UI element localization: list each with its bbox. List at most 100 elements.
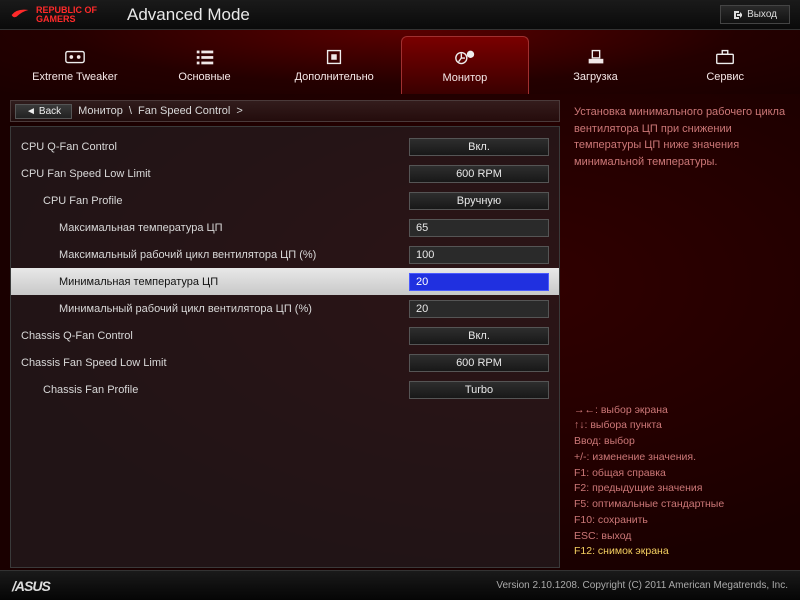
back-label: Back: [39, 106, 61, 117]
tab-monitor[interactable]: Монитор: [401, 36, 529, 94]
mode-title: Advanced Mode: [127, 5, 250, 25]
key-hint-desc: изменение значения.: [589, 451, 696, 463]
brand-line2: GAMERS: [36, 15, 97, 24]
key-hint-desc: выбор: [601, 435, 635, 447]
back-button[interactable]: ◄ Back: [15, 104, 72, 119]
setting-select[interactable]: Turbo: [409, 381, 549, 399]
setting-row[interactable]: Максимальный рабочий цикл вентилятора ЦП…: [11, 241, 559, 268]
key-hint-line: →←: выбор экрана: [574, 403, 786, 419]
setting-input[interactable]: 65: [409, 219, 549, 237]
key-hint-desc: выход: [599, 530, 632, 542]
setting-label: CPU Fan Speed Low Limit: [21, 168, 409, 180]
exit-label: Выход: [747, 9, 777, 20]
setting-label: CPU Q-Fan Control: [21, 141, 409, 153]
key-hint-desc: снимок экрана: [595, 545, 669, 557]
tab-label: Сервис: [706, 71, 744, 83]
chevron-right-icon: >: [236, 105, 242, 117]
breadcrumb-current: Fan Speed Control: [138, 105, 230, 117]
setting-row[interactable]: Минимальный рабочий цикл вентилятора ЦП …: [11, 295, 559, 322]
footer-brand: /ASUS: [12, 578, 50, 594]
key-hint-key: ESC:: [574, 530, 599, 542]
key-hint-desc: выбор экрана: [598, 404, 668, 416]
breadcrumb-sep: \: [129, 105, 132, 117]
main-column: ◄ Back Монитор \ Fan Speed Control > CPU …: [0, 94, 560, 570]
fan-gauge-icon: [454, 48, 476, 68]
tab-label: Загрузка: [573, 71, 617, 83]
setting-label: Chassis Fan Speed Low Limit: [21, 357, 409, 369]
setting-label: Chassis Fan Profile: [21, 384, 409, 396]
setting-input[interactable]: 100: [409, 246, 549, 264]
setting-label: Максимальная температура ЦП: [21, 222, 409, 234]
setting-select[interactable]: Вручную: [409, 192, 549, 210]
tab-label: Монитор: [442, 72, 487, 84]
key-hint-line: F12: снимок экрана: [574, 544, 786, 560]
exit-button[interactable]: Выход: [720, 5, 790, 24]
brand-logo: REPUBLIC OF GAMERS: [10, 5, 97, 25]
setting-label: Минимальная температура ЦП: [21, 276, 409, 288]
tab-label: Основные: [178, 71, 230, 83]
key-hint-key: ↑↓:: [574, 419, 587, 431]
content-area: ◄ Back Монитор \ Fan Speed Control > CPU …: [0, 94, 800, 570]
key-hint-key: F10:: [574, 514, 595, 526]
key-hint-line: Ввод: выбор: [574, 434, 786, 450]
chip-icon: [323, 47, 345, 67]
key-hint-line: ESC: выход: [574, 529, 786, 545]
setting-input[interactable]: 20: [409, 273, 549, 291]
key-hint-key: →←:: [574, 404, 598, 416]
rog-eye-icon: [10, 5, 30, 25]
help-text: Установка минимального рабочего цикла ве…: [574, 104, 786, 170]
key-hint-line: F2: предыдущие значения: [574, 481, 786, 497]
key-hint-line: ↑↓: выбора пункта: [574, 418, 786, 434]
setting-row[interactable]: Chassis Fan Speed Low Limit600 RPM: [11, 349, 559, 376]
tab-boot[interactable]: Загрузка: [533, 36, 659, 94]
key-hints: →←: выбор экрана↑↓: выбора пунктаВвод: в…: [574, 403, 786, 561]
setting-select[interactable]: Вкл.: [409, 327, 549, 345]
top-bar: REPUBLIC OF GAMERS Advanced Mode Выход: [0, 0, 800, 30]
setting-input[interactable]: 20: [409, 300, 549, 318]
breadcrumb: ◄ Back Монитор \ Fan Speed Control >: [10, 100, 560, 122]
list-icon: [194, 47, 216, 67]
chevron-left-icon: ◄: [26, 106, 36, 117]
setting-row[interactable]: Chassis Fan ProfileTurbo: [11, 376, 559, 403]
footer-version: Version 2.10.1208. Copyright (C) 2011 Am…: [496, 580, 788, 591]
setting-row[interactable]: CPU Q-Fan ControlВкл.: [11, 133, 559, 160]
key-hint-desc: предыдущие значения: [589, 482, 702, 494]
exit-icon: [733, 10, 743, 20]
setting-label: Максимальный рабочий цикл вентилятора ЦП…: [21, 249, 409, 261]
key-hint-line: F10: сохранить: [574, 513, 786, 529]
key-hint-line: F5: оптимальные стандартные: [574, 497, 786, 513]
tab-tools[interactable]: Сервис: [662, 36, 788, 94]
setting-row[interactable]: Chassis Q-Fan ControlВкл.: [11, 322, 559, 349]
side-column: Установка минимального рабочего цикла ве…: [560, 94, 800, 570]
key-hint-desc: выбора пункта: [587, 419, 661, 431]
footer-bar: /ASUS Version 2.10.1208. Copyright (C) 2…: [0, 570, 800, 600]
tab-main[interactable]: Основные: [142, 36, 268, 94]
toolbox-icon: [714, 47, 736, 67]
setting-label: Минимальный рабочий цикл вентилятора ЦП …: [21, 303, 409, 315]
key-hint-key: F2:: [574, 482, 589, 494]
setting-label: Chassis Q-Fan Control: [21, 330, 409, 342]
key-hint-key: F12:: [574, 545, 595, 557]
key-hint-key: F5:: [574, 498, 589, 510]
tab-bar: Extreme Tweaker Основные Дополнительно М…: [0, 30, 800, 94]
settings-panel: CPU Q-Fan ControlВкл.CPU Fan Speed Low L…: [10, 126, 560, 568]
key-hint-desc: оптимальные стандартные: [589, 498, 724, 510]
setting-select[interactable]: 600 RPM: [409, 165, 549, 183]
breadcrumb-parent[interactable]: Монитор: [78, 105, 123, 117]
setting-select[interactable]: 600 RPM: [409, 354, 549, 372]
key-hint-desc: сохранить: [595, 514, 648, 526]
tab-extreme-tweaker[interactable]: Extreme Tweaker: [12, 36, 138, 94]
setting-row[interactable]: Максимальная температура ЦП65: [11, 214, 559, 241]
setting-row[interactable]: CPU Fan ProfileВручную: [11, 187, 559, 214]
setting-select[interactable]: Вкл.: [409, 138, 549, 156]
key-hint-line: +/-: изменение значения.: [574, 450, 786, 466]
tab-label: Дополнительно: [295, 71, 374, 83]
key-hint-line: F1: общая справка: [574, 466, 786, 482]
key-hint-key: F1:: [574, 467, 589, 479]
tweaker-icon: [64, 47, 86, 67]
tab-advanced[interactable]: Дополнительно: [271, 36, 397, 94]
setting-row[interactable]: CPU Fan Speed Low Limit600 RPM: [11, 160, 559, 187]
key-hint-key: Ввод:: [574, 435, 601, 447]
setting-label: CPU Fan Profile: [21, 195, 409, 207]
setting-row[interactable]: Минимальная температура ЦП20: [11, 268, 559, 295]
